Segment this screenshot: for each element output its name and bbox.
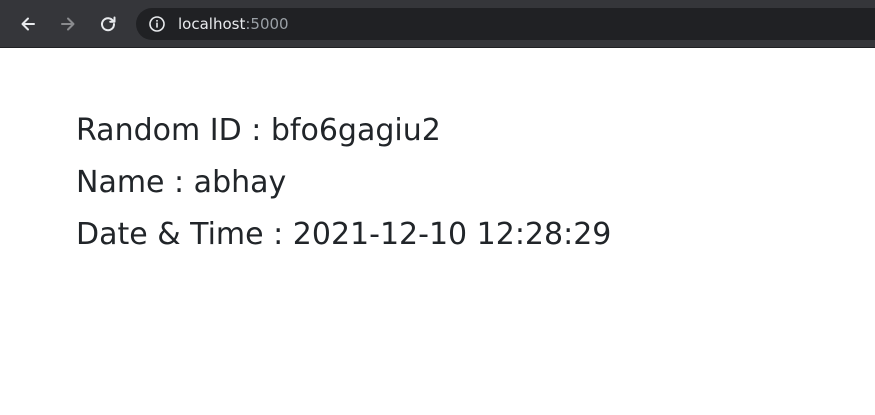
reload-button[interactable] xyxy=(94,10,122,38)
page-content: Random ID : bfo6gagiu2 Name : abhay Date… xyxy=(76,107,611,263)
browser-toolbar: localhost:5000 xyxy=(0,0,875,48)
url-host: localhost xyxy=(178,15,246,33)
info-icon[interactable] xyxy=(148,15,166,33)
name-line: Name : abhay xyxy=(76,165,287,200)
date-time-line: Date & Time : 2021-12-10 12:28:29 xyxy=(76,217,612,252)
forward-button[interactable] xyxy=(54,10,82,38)
address-bar[interactable]: localhost:5000 xyxy=(136,8,875,40)
back-button[interactable] xyxy=(14,10,42,38)
toolbar-divider xyxy=(0,47,875,48)
reload-icon xyxy=(101,16,116,32)
arrow-right-icon xyxy=(61,17,75,31)
random-id-line: Random ID : bfo6gagiu2 xyxy=(76,113,441,148)
arrow-left-icon xyxy=(21,17,35,31)
url-text[interactable]: localhost:5000 xyxy=(178,15,289,33)
url-port: :5000 xyxy=(245,15,289,33)
